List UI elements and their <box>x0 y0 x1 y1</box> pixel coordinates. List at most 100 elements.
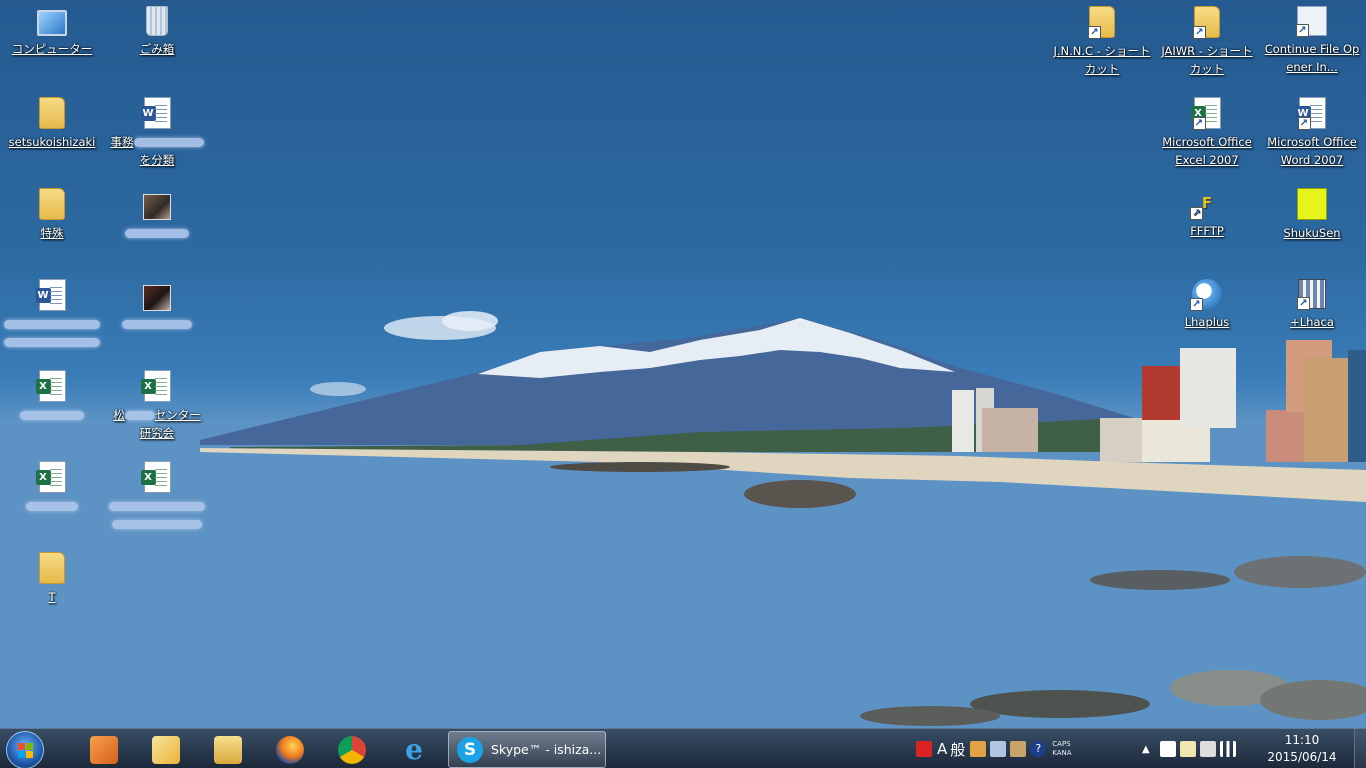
caps-label: CAPS <box>1052 740 1071 748</box>
shortcut-folder-icon: ↗ <box>1193 6 1220 39</box>
label-visible-text: 研究会 <box>139 426 175 440</box>
desktop-icon-label: コンピューター <box>11 42 93 56</box>
desktop-icon-word-2007[interactable]: W ↗ Microsoft Office Word 2007 <box>1260 97 1364 169</box>
recycle-bin-icon <box>146 6 168 36</box>
ime-mode[interactable]: 般 <box>950 739 965 760</box>
user-folder-icon <box>39 97 65 129</box>
desktop-icon-excel-3[interactable]: X <box>0 461 104 515</box>
desktop-icon-shukusen[interactable]: ShukuSen <box>1260 188 1364 242</box>
desktop-icon-folder-t[interactable]: T <box>0 552 104 606</box>
desktop-icon-photo-1[interactable] <box>105 188 209 242</box>
mail-icon <box>152 736 180 764</box>
desktop-icon-label: FFFTP <box>1190 224 1224 238</box>
folder-icon <box>39 188 65 220</box>
label-visible-text: センター <box>154 408 201 422</box>
kana-label: KANA <box>1052 749 1072 757</box>
desktop-icon-label <box>105 497 209 533</box>
desktop-icon-label: ごみ箱 <box>139 42 175 56</box>
taskbar-chrome-button[interactable] <box>324 731 380 768</box>
redacted-text <box>4 320 100 329</box>
network-signal-icon[interactable] <box>1219 741 1236 757</box>
flag-icon[interactable] <box>1179 741 1196 757</box>
desktop-icon-folder-tokushu[interactable]: 特殊 <box>0 188 104 242</box>
desktop-icon-label: ShukuSen <box>1283 226 1341 240</box>
desktop-icon-jaiwr[interactable]: ↗ JAIWR - ショートカット <box>1155 6 1259 78</box>
notification-area: ▲ <box>1134 729 1238 768</box>
label-visible-text: 松 <box>113 408 125 422</box>
show-desktop-button[interactable] <box>1354 729 1366 768</box>
excel-document-icon: X <box>140 461 171 493</box>
desktop-icon-excel-4[interactable]: X <box>105 461 209 533</box>
redacted-text <box>112 520 202 529</box>
taskbar-internet-explorer-button[interactable]: e <box>386 731 442 768</box>
redacted-text <box>122 320 192 329</box>
taskbar-window-title: Skype™ - ishiza... <box>491 742 602 757</box>
desktop-icon-label: Microsoft Office Excel 2007 <box>1162 135 1252 167</box>
desktop-icon-excel-2[interactable]: X 松 センター 研究会 <box>105 370 209 442</box>
desktop-icon-recycle-bin[interactable]: ごみ箱 <box>105 6 209 58</box>
word-document-icon: W <box>140 97 171 129</box>
desktop-icon-word-doc-2[interactable]: W <box>0 279 104 351</box>
taskbar-file-explorer-button[interactable] <box>200 731 256 768</box>
computer-icon <box>37 10 67 36</box>
system-tray: A 般 ? CAPS KANA <box>914 729 1076 768</box>
desktop-icon-label: setsukoishizaki <box>8 135 96 149</box>
firefox-icon <box>276 736 304 764</box>
redacted-text <box>124 411 155 420</box>
lhaplus-icon: ↗ <box>1190 279 1222 311</box>
excel-app-icon: X ↗ <box>1190 97 1221 130</box>
redacted-text <box>20 411 84 420</box>
label-visible-text: 事務 <box>110 135 134 149</box>
lhaca-icon: ↗ <box>1297 279 1326 310</box>
desktop-icon-label <box>0 406 104 424</box>
clock-time: 11:10 <box>1284 733 1320 747</box>
desktop-icon-ffftp[interactable]: F ↗ FFFTP <box>1155 188 1259 240</box>
taskbar-skype-window-button[interactable]: S Skype™ - ishiza... <box>448 731 606 768</box>
desktop-icon-excel-2007[interactable]: X ↗ Microsoft Office Excel 2007 <box>1155 97 1259 169</box>
desktop-icon-label: T <box>48 590 56 604</box>
chrome-icon <box>338 736 366 764</box>
tray-app-icon[interactable] <box>916 741 932 757</box>
taskbar-firefox-button[interactable] <box>262 731 318 768</box>
desktop-icon-word-doc-1[interactable]: W 事務 を分類 <box>105 97 209 169</box>
redacted-text <box>4 338 100 347</box>
file-explorer-icon <box>214 736 242 764</box>
desktop-icon-label: 特殊 <box>40 226 64 240</box>
ime-toolbar-icon[interactable] <box>990 741 1007 757</box>
taskbar-media-center-button[interactable] <box>76 731 132 768</box>
ime-letter[interactable]: A <box>937 740 947 758</box>
app-window-icon: ↗ <box>1296 6 1327 37</box>
help-icon[interactable]: ? <box>1030 741 1047 757</box>
taskbar-mail-button[interactable] <box>138 731 194 768</box>
ime-toolbar-icon[interactable] <box>970 741 987 757</box>
taskbar-clock[interactable]: 11:10 2015/06/14 <box>1260 732 1344 766</box>
desktop-icon-jnnc[interactable]: ↗ J.N.N.C - ショートカット <box>1050 6 1154 78</box>
desktop-icon-lhaca[interactable]: ↗ +Lhaca <box>1260 279 1364 331</box>
desktop-icon-user-folder[interactable]: setsukoishizaki <box>0 97 104 151</box>
desktop-icon-lhaplus[interactable]: ↗ Lhaplus <box>1155 279 1259 331</box>
redacted-text <box>26 502 78 511</box>
shukusen-icon <box>1297 188 1327 220</box>
label-visible-text: を分類 <box>139 153 175 167</box>
desktop-icon-label <box>0 497 104 515</box>
desktop-icon-continue-file[interactable]: ↗ Continue File Opener In... <box>1260 6 1364 76</box>
media-center-icon <box>90 736 118 764</box>
desktop-icon-photo-2[interactable] <box>105 279 209 333</box>
excel-document-icon: X <box>140 370 171 402</box>
excel-document-icon: X <box>35 370 66 402</box>
internet-explorer-icon: e <box>405 733 423 766</box>
desktop-icon-computer[interactable]: コンピューター <box>0 6 104 58</box>
chevron-up-icon[interactable]: ▲ <box>1142 744 1150 755</box>
windows-icon[interactable] <box>1159 741 1176 757</box>
caps-kana-indicator: CAPS KANA <box>1052 740 1071 758</box>
desktop-icon-label: 松 センター 研究会 <box>105 406 209 442</box>
taskbar: e S Skype™ - ishiza... A 般 ? CAPS KANA ▲… <box>0 728 1366 768</box>
desktop-icon-label: Microsoft Office Word 2007 <box>1267 135 1357 167</box>
photo-icon <box>143 285 171 311</box>
ime-toolbar-icon[interactable] <box>1010 741 1027 757</box>
redacted-text <box>109 502 205 511</box>
device-icon[interactable] <box>1199 741 1216 757</box>
desktop-icon-excel-1[interactable]: X <box>0 370 104 424</box>
windows-start-icon[interactable] <box>6 731 44 768</box>
desktop-icon-label <box>0 315 104 351</box>
